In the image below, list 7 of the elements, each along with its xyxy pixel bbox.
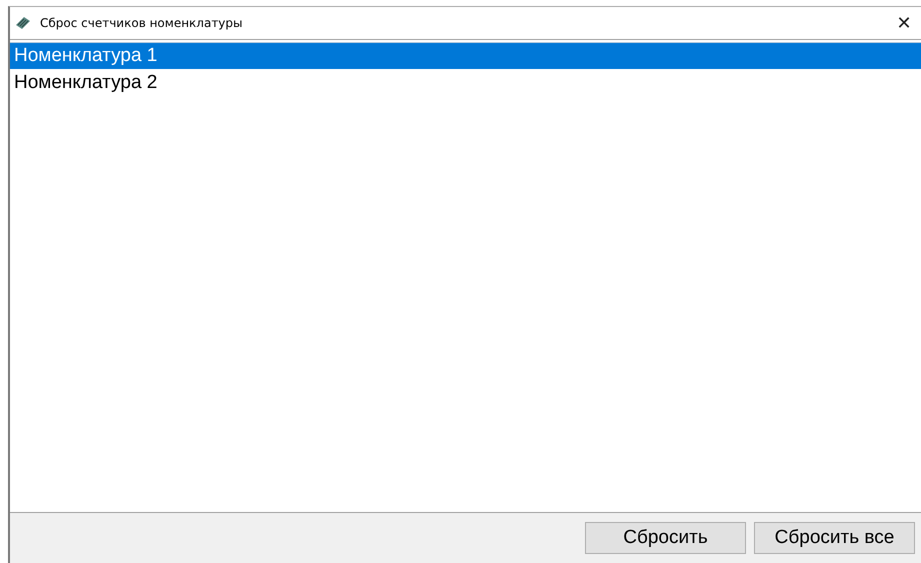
list-item[interactable]: Номенклатура 1 <box>10 42 921 69</box>
list-item[interactable]: Номенклатура 2 <box>10 69 921 96</box>
reset-button[interactable]: Сбросить <box>585 522 746 554</box>
reset-button[interactable]: Сбросить все <box>754 522 915 554</box>
app-icon <box>14 15 32 31</box>
window-title: Сброс счетчиков номенклатуры <box>40 16 244 30</box>
close-button[interactable]: ✕ <box>889 8 919 38</box>
